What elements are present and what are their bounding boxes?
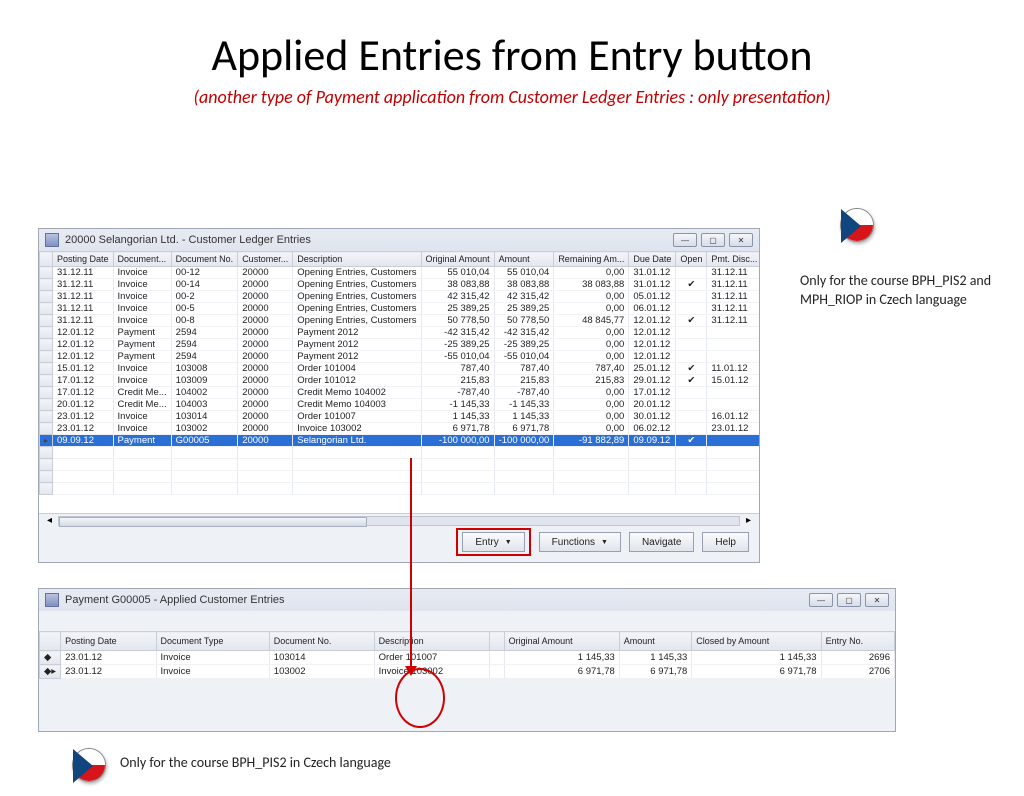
table-row[interactable]: 31.12.11Invoice00-220000Opening Entries,… [40, 291, 760, 303]
entry-button[interactable]: Entry▼ [462, 532, 524, 552]
window-title: Payment G00005 - Applied Customer Entrie… [65, 594, 285, 606]
window-title: 20000 Selangorian Ltd. - Customer Ledger… [65, 234, 311, 246]
table-row[interactable]: 31.12.11Invoice00-820000Opening Entries,… [40, 315, 760, 327]
table-row[interactable]: 12.01.12Payment259420000Payment 2012-25 … [40, 339, 760, 351]
help-button[interactable]: Help [702, 532, 749, 552]
minimize-button[interactable]: — [673, 233, 697, 247]
column-header[interactable]: Closed by Amount [692, 632, 821, 651]
minimize-button[interactable]: — [809, 593, 833, 607]
page-title: Applied Entries from Entry button [0, 28, 1024, 82]
page-subtitle: (another type of Payment application fro… [0, 86, 1024, 108]
column-header[interactable]: Original Amount [504, 632, 619, 651]
column-header[interactable]: Amount [494, 252, 554, 267]
close-button[interactable]: ✕ [865, 593, 889, 607]
column-header[interactable]: Description [374, 632, 490, 651]
column-header[interactable]: Original Amount [421, 252, 494, 267]
column-header[interactable]: Due Date [629, 252, 676, 267]
entry-button-highlight: Entry▼ [456, 528, 530, 556]
table-row[interactable]: 12.01.12Payment259420000Payment 2012-55 … [40, 351, 760, 363]
table-row [40, 483, 760, 495]
navigate-button[interactable]: Navigate [629, 532, 694, 552]
table-row[interactable]: 15.01.12Invoice10300820000Order 10100478… [40, 363, 760, 375]
window-icon [45, 593, 59, 607]
horizontal-scrollbar[interactable]: ◂▸ [39, 513, 759, 527]
column-header[interactable]: Entry No. [821, 632, 894, 651]
column-header[interactable]: Posting Date [61, 632, 156, 651]
table-row[interactable]: 09.09.12PaymentG0000520000Selangorian Lt… [40, 435, 760, 447]
column-header[interactable]: Document No. [269, 632, 374, 651]
side-note: Only for the course BPH_PIS2 and MPH_RIO… [800, 272, 1000, 310]
table-row[interactable]: 20.01.12Credit Me...10400320000Credit Me… [40, 399, 760, 411]
table-row[interactable]: ◆23.01.12Invoice103014Order 1010071 145,… [40, 651, 895, 665]
table-row[interactable]: ◆▸23.01.12Invoice103002Invoice 1030026 9… [40, 665, 895, 679]
column-header[interactable]: Remaining Am... [554, 252, 629, 267]
column-header[interactable]: Open [676, 252, 707, 267]
window-icon [45, 233, 59, 247]
close-button[interactable]: ✕ [729, 233, 753, 247]
table-row[interactable]: 31.12.11Invoice00-520000Opening Entries,… [40, 303, 760, 315]
table-row [40, 459, 760, 471]
table-row[interactable]: 17.01.12Invoice10300920000Order 10101221… [40, 375, 760, 387]
column-header[interactable]: Customer... [238, 252, 293, 267]
window-footer: Entry▼ Functions▼ Navigate Help [39, 527, 759, 557]
applied-entries-window: Payment G00005 - Applied Customer Entrie… [38, 588, 896, 732]
bottom-note: Only for the course BPH_PIS2 in Czech la… [120, 754, 391, 771]
table-row[interactable]: 23.01.12Invoice10300220000Invoice 103002… [40, 423, 760, 435]
table-row [40, 447, 760, 459]
table-row[interactable]: 31.12.11Invoice00-1420000Opening Entries… [40, 279, 760, 291]
czech-flag-icon [840, 208, 874, 242]
table-row [40, 471, 760, 483]
table-row[interactable]: 31.12.11Invoice00-1220000Opening Entries… [40, 267, 760, 279]
ledger-grid[interactable]: Posting DateDocument...Document No.Custo… [39, 251, 759, 513]
titlebar: Payment G00005 - Applied Customer Entrie… [39, 589, 895, 611]
table-row[interactable]: 12.01.12Payment259420000Payment 2012-42 … [40, 327, 760, 339]
maximize-button[interactable]: ▢ [701, 233, 725, 247]
czech-flag-icon [72, 748, 106, 782]
maximize-button[interactable]: ▢ [837, 593, 861, 607]
column-header[interactable]: Posting Date [53, 252, 114, 267]
table-row[interactable]: 23.01.12Invoice10301420000Order 1010071 … [40, 411, 760, 423]
applied-grid[interactable]: Posting DateDocument TypeDocument No.Des… [39, 631, 895, 679]
customer-ledger-window: 20000 Selangorian Ltd. - Customer Ledger… [38, 228, 760, 563]
column-header[interactable]: Document... [113, 252, 171, 267]
annotation-arrow [410, 458, 412, 668]
annotation-oval [395, 668, 445, 728]
table-row[interactable]: 17.01.12Credit Me...10400220000Credit Me… [40, 387, 760, 399]
functions-button[interactable]: Functions▼ [539, 532, 621, 552]
column-header[interactable]: Description [293, 252, 421, 267]
column-header[interactable]: Amount [619, 632, 691, 651]
column-header[interactable]: Document No. [171, 252, 238, 267]
column-header[interactable]: Pmt. Disc... [707, 252, 759, 267]
column-header[interactable]: Document Type [156, 632, 269, 651]
column-header[interactable] [490, 632, 504, 651]
titlebar: 20000 Selangorian Ltd. - Customer Ledger… [39, 229, 759, 251]
